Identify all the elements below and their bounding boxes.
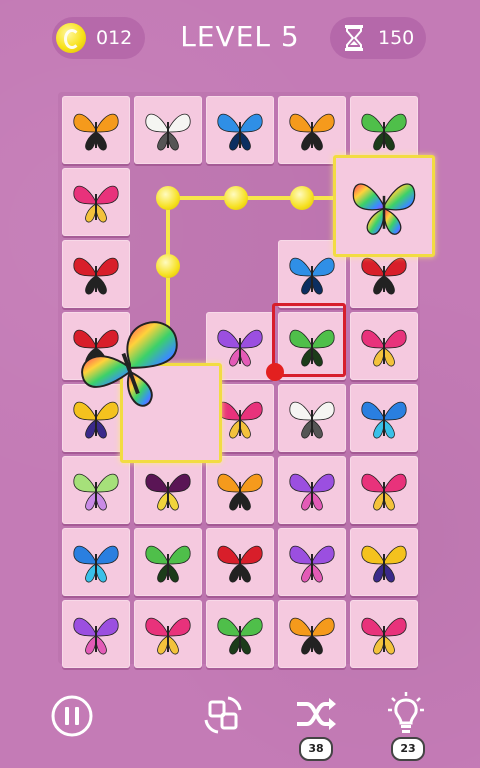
tile-orange-monarch[interactable] (62, 96, 130, 164)
shuffle-count-badge: 38 (299, 737, 333, 761)
tile-orange-monarch[interactable] (278, 600, 346, 668)
purple-butterfly-icon (289, 545, 335, 583)
tile-pink-butterfly[interactable] (62, 168, 130, 236)
white-butterfly-icon (289, 401, 335, 439)
dragged-rainbow-butterfly-icon (81, 321, 178, 407)
red-butterfly-icon (73, 257, 119, 295)
tile-blue-butterfly[interactable] (350, 384, 418, 452)
rainbow-butterfly-icon (352, 183, 416, 235)
green-swallowtail-icon (361, 113, 407, 151)
blue-butterfly-icon (73, 545, 119, 583)
tile-blue-morpho[interactable] (206, 96, 274, 164)
pink-butterfly-icon (73, 185, 119, 223)
selection-frame (272, 303, 346, 377)
tile-white-butterfly[interactable] (278, 384, 346, 452)
path-dot (156, 254, 180, 278)
tile-pink-butterfly[interactable] (350, 600, 418, 668)
green-swallowtail-icon (217, 617, 263, 655)
purple-dark-icon (145, 473, 191, 511)
shuffle-button[interactable] (293, 694, 339, 734)
path-dot (156, 186, 180, 210)
selected-tile-highlight[interactable] (333, 155, 435, 257)
path-dot (290, 186, 314, 210)
shuffle-icon (297, 698, 336, 730)
tile-pink-butterfly[interactable] (350, 312, 418, 380)
pink-butterfly-icon (361, 473, 407, 511)
tile-orange-monarch[interactable] (206, 456, 274, 524)
red-butterfly-icon (217, 545, 263, 583)
tile-pink-butterfly[interactable] (350, 456, 418, 524)
swap-tiles-button[interactable] (200, 692, 246, 738)
hint-count-badge: 23 (391, 737, 425, 761)
green-swallowtail-icon (145, 545, 191, 583)
hourglass-icon (345, 25, 363, 51)
pink-butterfly-icon (145, 617, 191, 655)
tile-red-butterfly[interactable] (62, 240, 130, 308)
pause-icon (51, 695, 93, 737)
tile-purple-dark[interactable] (134, 456, 202, 524)
blue-butterfly-icon (361, 401, 407, 439)
path-dot (224, 186, 248, 210)
lime-butterfly-icon (73, 473, 119, 511)
swap-icon (204, 696, 242, 734)
orange-monarch-icon (289, 617, 335, 655)
purple-butterfly-icon (73, 617, 119, 655)
orange-monarch-icon (289, 113, 335, 151)
tile-yellow-butterfly[interactable] (350, 528, 418, 596)
tile-white-butterfly[interactable] (134, 96, 202, 164)
yellow-butterfly-icon (361, 545, 407, 583)
path-start-dot (266, 363, 284, 381)
pink-butterfly-icon (361, 329, 407, 367)
blue-morpho-icon (217, 113, 263, 151)
tile-green-swallowtail[interactable] (206, 600, 274, 668)
tile-purple-butterfly[interactable] (278, 528, 346, 596)
tile-green-swallowtail[interactable] (350, 96, 418, 164)
time-remaining: 150 (378, 27, 415, 49)
orange-monarch-icon (217, 473, 263, 511)
tile-purple-butterfly[interactable] (278, 456, 346, 524)
tile-purple-butterfly[interactable] (62, 600, 130, 668)
tile-lime-butterfly[interactable] (62, 456, 130, 524)
timer: 150 (330, 17, 426, 59)
tile-pink-butterfly[interactable] (134, 600, 202, 668)
hint-button[interactable] (386, 690, 426, 736)
orange-monarch-icon (73, 113, 119, 151)
tile-orange-monarch[interactable] (278, 96, 346, 164)
tile-red-butterfly[interactable] (206, 528, 274, 596)
tile-green-swallowtail[interactable] (134, 528, 202, 596)
purple-butterfly-icon (289, 473, 335, 511)
pause-button[interactable] (50, 694, 94, 738)
white-butterfly-icon (145, 113, 191, 151)
pink-butterfly-icon (361, 617, 407, 655)
lightbulb-icon (388, 692, 424, 733)
tile-blue-butterfly[interactable] (62, 528, 130, 596)
